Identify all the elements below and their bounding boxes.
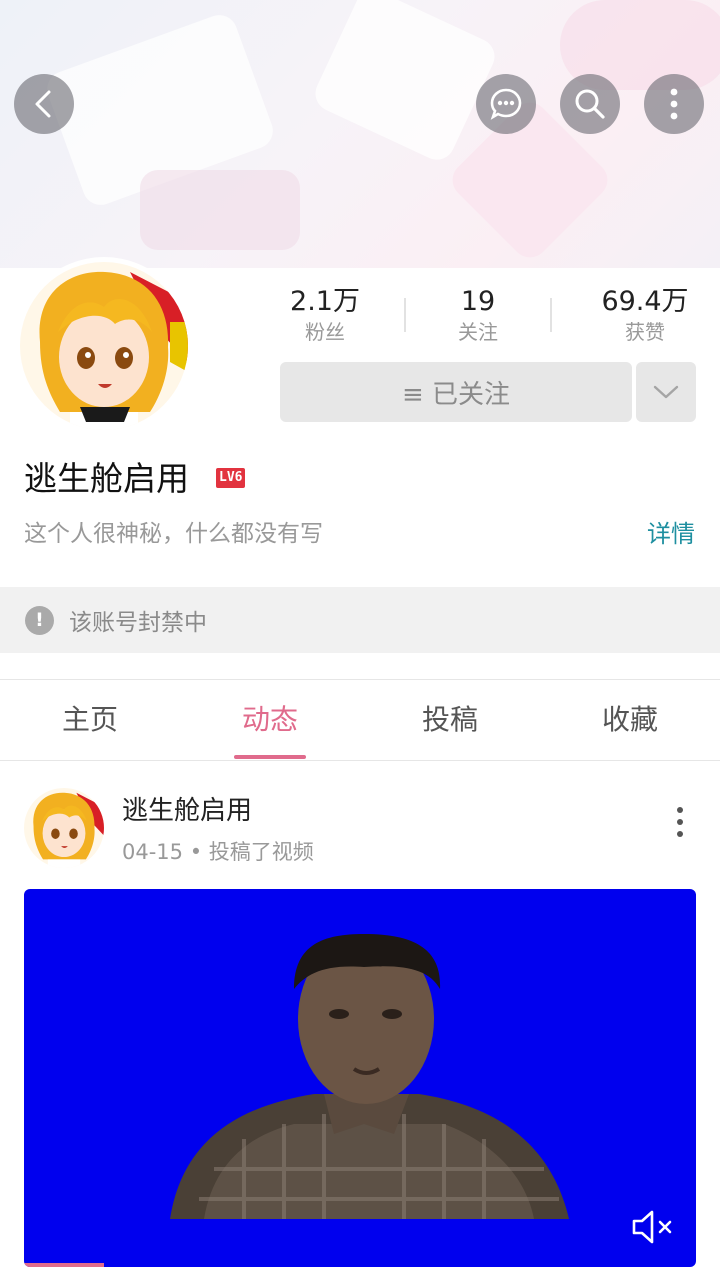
more-button[interactable]: [644, 74, 704, 134]
stat-likes-value: 69.4万: [601, 286, 689, 317]
chevron-down-icon: [653, 385, 679, 399]
tab-favorites[interactable]: 收藏: [540, 680, 720, 760]
anime-avatar-image: [24, 788, 104, 868]
post-author-name[interactable]: 逃生舱启用: [122, 792, 252, 830]
chat-bubble-icon: [490, 88, 522, 120]
followed-button-label: ≡ 已关注: [401, 379, 511, 410]
stat-following[interactable]: 19 关注: [403, 286, 553, 346]
post-more-button[interactable]: [664, 802, 696, 842]
details-link[interactable]: 详情: [647, 516, 695, 552]
post-meta: 04-15 • 投稿了视频: [122, 840, 314, 864]
stat-fans-label: 粉丝: [305, 320, 345, 344]
profile-banner: [0, 0, 720, 268]
post-author-avatar[interactable]: [24, 788, 104, 868]
stat-following-value: 19: [460, 286, 496, 317]
level-badge: LV6: [216, 468, 246, 488]
alert-icon: !: [25, 605, 54, 635]
stat-fans[interactable]: 2.1万 粉丝: [250, 286, 400, 346]
profile-tabs: 主页 动态 投稿 收藏: [0, 680, 720, 761]
back-button[interactable]: [14, 74, 74, 134]
video-progress-bar: [24, 1263, 104, 1267]
tab-dynamics[interactable]: 动态: [180, 680, 360, 760]
stat-likes[interactable]: 69.4万 获赞: [570, 286, 720, 346]
stat-following-label: 关注: [458, 320, 498, 344]
followed-button[interactable]: ≡ 已关注: [280, 362, 632, 422]
stat-fans-value: 2.1万: [290, 286, 360, 317]
search-icon: [575, 89, 605, 119]
follow-dropdown-button[interactable]: [636, 362, 696, 422]
tab-home[interactable]: 主页: [0, 680, 180, 760]
search-button[interactable]: [560, 74, 620, 134]
muted-speaker-icon: [632, 1210, 672, 1244]
more-vertical-icon: [670, 88, 678, 120]
back-arrow-icon: [35, 90, 51, 118]
active-tab-indicator: [234, 755, 306, 759]
account-banned-notice: ! 该账号封禁中: [0, 587, 720, 653]
profile-stats: 2.1万 粉丝 19 关注 69.4万 获赞: [260, 286, 720, 348]
profile-bio: 这个人很神秘，什么都没有写: [24, 521, 323, 547]
notice-text: 该账号封禁中: [69, 610, 207, 636]
mute-toggle[interactable]: [630, 1207, 678, 1247]
video-player[interactable]: [24, 889, 696, 1267]
tab-submissions[interactable]: 投稿: [360, 680, 540, 760]
profile-avatar[interactable]: [20, 262, 188, 430]
stat-likes-label: 获赞: [625, 320, 665, 344]
anime-avatar-image: [20, 262, 188, 430]
message-button[interactable]: [476, 74, 536, 134]
video-frame-image: [170, 934, 569, 1219]
more-vertical-icon: [677, 807, 683, 837]
stat-divider: [550, 298, 552, 332]
profile-username: 逃生舱启用: [24, 459, 189, 498]
